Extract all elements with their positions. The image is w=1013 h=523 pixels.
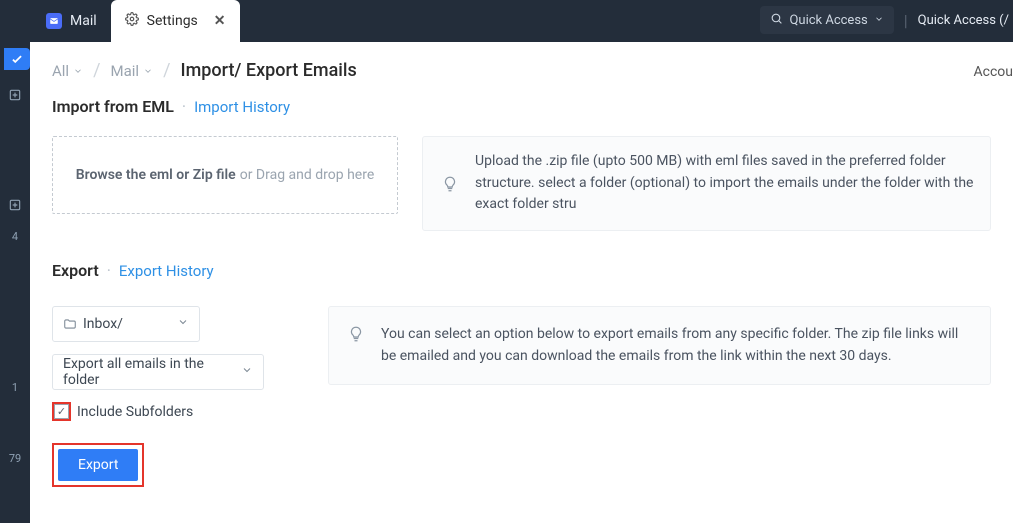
folder-select-value: Inbox/ [83,316,123,332]
crumb-sep: / [163,60,170,81]
quick-access-search[interactable]: Quick Access [760,6,893,34]
scope-select-value: Export all emails in the folder [63,356,241,388]
tab-settings[interactable]: Settings ✕ [111,0,240,42]
export-header: Export · Export History [52,261,991,280]
scope-select[interactable]: Export all emails in the folder [52,354,264,390]
page-title: Import/ Export Emails [181,60,357,81]
import-hint-text: Upload the .zip file (upto 500 MB) with … [475,151,974,216]
chevron-down-icon [241,364,253,380]
quick-access-label: Quick Access [789,13,867,28]
include-subfolders-checkbox[interactable]: ✓ [54,404,69,419]
crumb-sep: / [93,60,100,81]
main-panel: All / Mail / Import/ Export Emails Accou… [30,42,1013,523]
left-rail: 4 1 79 [0,42,30,523]
crumb-mail-label: Mail [111,62,140,80]
checkbox-highlight: ✓ [52,402,71,421]
rail-badge-1: 1 [12,381,18,394]
search-icon [770,12,783,29]
tab-mail-label: Mail [70,13,97,29]
export-title: Export [52,261,99,280]
crumb-all[interactable]: All [52,62,83,80]
import-title: Import from EML [52,97,174,116]
breadcrumb: All / Mail / Import/ Export Emails Accou [30,42,1013,97]
quick-access-area: Quick Access | Quick Access (/ [760,6,1013,34]
rail-add2-icon[interactable] [4,194,26,216]
tab-settings-label: Settings [147,13,198,29]
crumb-mail[interactable]: Mail [111,62,154,80]
close-icon[interactable]: ✕ [214,13,226,29]
mail-app-icon [46,13,62,29]
chevron-down-icon [143,66,153,76]
import-dropzone[interactable]: Browse the eml or Zip file or Drag and d… [52,136,398,214]
crumb-all-label: All [52,62,69,80]
gear-icon [125,12,139,30]
chevron-down-icon [73,66,83,76]
chevron-down-icon [177,316,189,332]
export-hint: You can select an option below to export… [328,306,991,385]
tab-strip: Mail Settings ✕ [32,0,240,42]
import-header: Import from EML · Import History [52,97,991,116]
import-hint: Upload the .zip file (upto 500 MB) with … [422,136,991,231]
export-history-link[interactable]: Export History [119,262,214,280]
account-link[interactable]: Accou [974,64,1013,80]
export-button-highlight: Export [52,443,144,487]
dropzone-rest: or Drag and drop here [240,167,375,183]
folder-select[interactable]: Inbox/ [52,306,200,342]
export-hint-text: You can select an option below to export… [381,323,974,368]
include-subfolders-row: ✓ Include Subfolders [52,402,292,421]
import-history-link[interactable]: Import History [194,98,290,116]
folder-icon [63,317,77,331]
lightbulb-icon [439,173,461,195]
dot-sep: · [182,97,186,116]
rail-badge-4: 4 [12,230,18,243]
quick-access-right[interactable]: Quick Access (/ [918,13,1013,28]
rail-badge-79: 79 [9,452,21,465]
dot-sep: · [107,261,111,280]
rail-add-icon[interactable] [4,84,26,106]
top-bar: Mail Settings ✕ Quick Access | Quick Acc… [0,0,1013,42]
include-subfolders-label: Include Subfolders [77,404,193,420]
dropzone-strong: Browse the eml or Zip file [76,167,236,183]
lightbulb-icon [345,323,367,345]
chevron-down-icon [874,13,884,28]
tab-mail[interactable]: Mail [32,0,111,42]
export-button[interactable]: Export [58,449,138,481]
rail-compose-icon[interactable] [4,48,30,70]
